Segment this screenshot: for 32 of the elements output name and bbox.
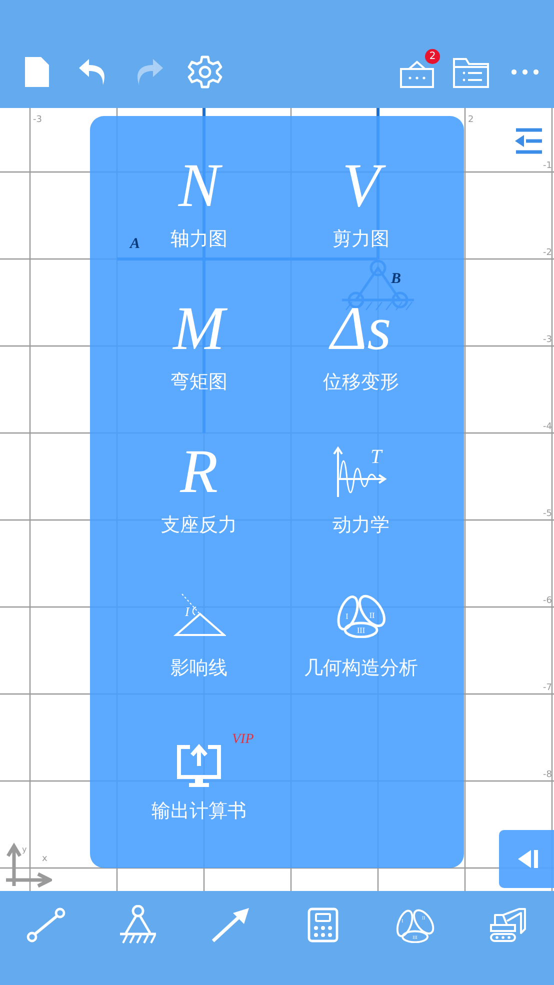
axis-label: -1	[543, 161, 552, 171]
symbol-icon: N	[168, 150, 230, 222]
menu-item[interactable]: I 影响线	[118, 575, 280, 718]
axis-label: -8	[543, 770, 552, 780]
symbol-icon: Δs	[320, 293, 402, 365]
collapse-left-icon	[516, 848, 540, 870]
more-icon	[510, 68, 540, 76]
axis-label: -5	[543, 509, 552, 519]
monitor-upload-icon	[176, 744, 222, 788]
notification-badge: 2	[425, 49, 440, 64]
menu-item[interactable]: Δs 位移变形	[280, 289, 442, 432]
symbol-icon: V	[332, 150, 390, 222]
menu-item[interactable]: I II III 几何构造分析	[280, 575, 442, 718]
axis-label: -6	[543, 596, 552, 606]
vip-label: VIP	[232, 732, 254, 748]
settings-button[interactable]	[186, 53, 224, 91]
axis-label: -3	[33, 115, 42, 125]
structure-label: A	[130, 236, 140, 252]
symbol-icon: M	[163, 293, 235, 365]
expand-panel-button[interactable]	[499, 830, 554, 888]
axis-label: 2	[468, 115, 474, 125]
menu-item[interactable]: R 支座反力	[118, 432, 280, 575]
menu-item[interactable]: M 弯矩图	[118, 289, 280, 432]
axis-label: -7	[543, 683, 552, 693]
menu-item[interactable]: T 动力学	[280, 432, 442, 575]
menu-item[interactable]: VIP 输出计算书	[118, 718, 280, 861]
axis-label: -2	[543, 248, 552, 258]
axis-label: -3	[543, 335, 552, 345]
structure-label: B	[391, 271, 401, 287]
symbol-icon: R	[170, 436, 228, 508]
axis-label: -4	[543, 422, 552, 432]
collapse-menu-button[interactable]	[513, 126, 545, 156]
